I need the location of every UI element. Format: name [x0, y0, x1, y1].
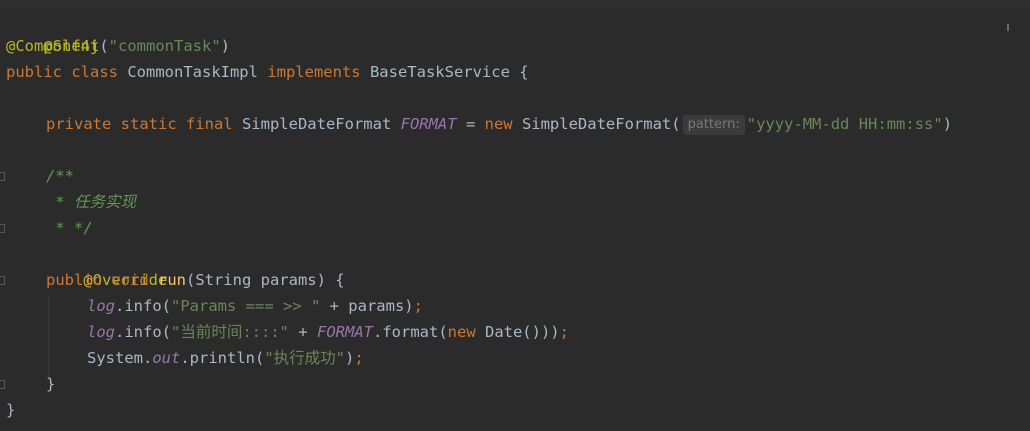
semicolon: ;	[354, 349, 364, 367]
code-line-14[interactable]: System.out.println("执行成功");	[87, 345, 364, 371]
code-line-12[interactable]: log.info("Params === >> " + params);	[87, 293, 423, 319]
plus-operator: +	[289, 323, 317, 341]
editor-top-bar	[0, 0, 1030, 7]
brace-open: {	[519, 63, 529, 81]
method-name-run: run	[157, 271, 186, 289]
date-constructor: Date()))	[484, 323, 560, 341]
keyword-new: new	[447, 323, 485, 341]
field-log: log	[87, 323, 115, 341]
constructor-call: SimpleDateFormat(	[521, 115, 681, 133]
code-line-7[interactable]: /**	[46, 163, 74, 189]
params-string: "Params === >> "	[171, 297, 321, 315]
semicolon: ;	[559, 323, 569, 341]
code-line-15[interactable]: }	[46, 371, 55, 397]
info-call: .info(	[115, 323, 171, 341]
field-log: log	[87, 297, 115, 315]
interface-name: BaseTaskService	[369, 63, 520, 81]
scrollbar-marker[interactable]	[1007, 24, 1009, 31]
fold-marker-icon[interactable]	[0, 224, 5, 233]
keyword-implements: implements	[267, 63, 370, 81]
field-format: FORMAT	[317, 323, 373, 341]
code-line-16[interactable]: }	[6, 397, 15, 423]
code-line-3[interactable]: public class CommonTaskImpl implements B…	[6, 59, 529, 85]
keyword-modifiers: private static final	[46, 115, 242, 133]
type-name: SimpleDateFormat	[241, 115, 401, 133]
code-line-1[interactable]: @Slf4j	[6, 7, 99, 55]
annotation-component: @Component	[6, 37, 100, 55]
success-string: "执行成功"	[264, 349, 345, 367]
code-line-2[interactable]: @Component("commonTask")	[6, 33, 230, 59]
field-format: FORMAT	[400, 115, 457, 133]
class-name: CommonTaskImpl	[127, 63, 268, 81]
pattern-string: "yyyy-MM-dd HH:mm:ss"	[746, 115, 943, 133]
format-call: .format(	[373, 323, 448, 341]
keyword-public-class: public class	[6, 63, 128, 81]
method-params: (String params) {	[185, 271, 345, 289]
paren-open: (	[99, 37, 109, 55]
code-line-11[interactable]: public void run(String params) {	[46, 267, 345, 293]
fold-marker-icon[interactable]	[0, 276, 5, 285]
fold-marker-icon[interactable]	[0, 172, 5, 181]
fold-marker-icon[interactable]	[0, 380, 5, 389]
code-line-8[interactable]: * 任务实现	[46, 189, 136, 215]
parameter-hint: pattern:	[682, 115, 745, 135]
println-call: .println(	[180, 349, 265, 367]
info-call: .info(	[115, 297, 171, 315]
code-line-13[interactable]: log.info("当前时间::::" + FORMAT.format(new …	[87, 319, 569, 345]
code-line-10[interactable]: @Override	[46, 241, 167, 289]
concat-expression: + params)	[320, 297, 414, 315]
paren-close: )	[345, 349, 355, 367]
code-line-5[interactable]: private static final SimpleDateFormat FO…	[46, 111, 952, 137]
field-out: out	[152, 349, 181, 367]
code-editor[interactable]: @Slf4j @Component("commonTask") public c…	[0, 0, 1030, 431]
keyword-public-void: public void	[46, 271, 158, 289]
system-class: System.	[87, 349, 153, 367]
component-name-string: "commonTask"	[108, 37, 221, 55]
code-line-9[interactable]: * */	[46, 215, 92, 241]
paren-close: )	[220, 37, 230, 55]
keyword-new: new	[484, 115, 522, 133]
semicolon: ;	[413, 297, 423, 315]
time-string: "当前时间::::"	[171, 323, 289, 341]
assign-operator: =	[456, 115, 485, 133]
paren-close: )	[942, 115, 953, 133]
